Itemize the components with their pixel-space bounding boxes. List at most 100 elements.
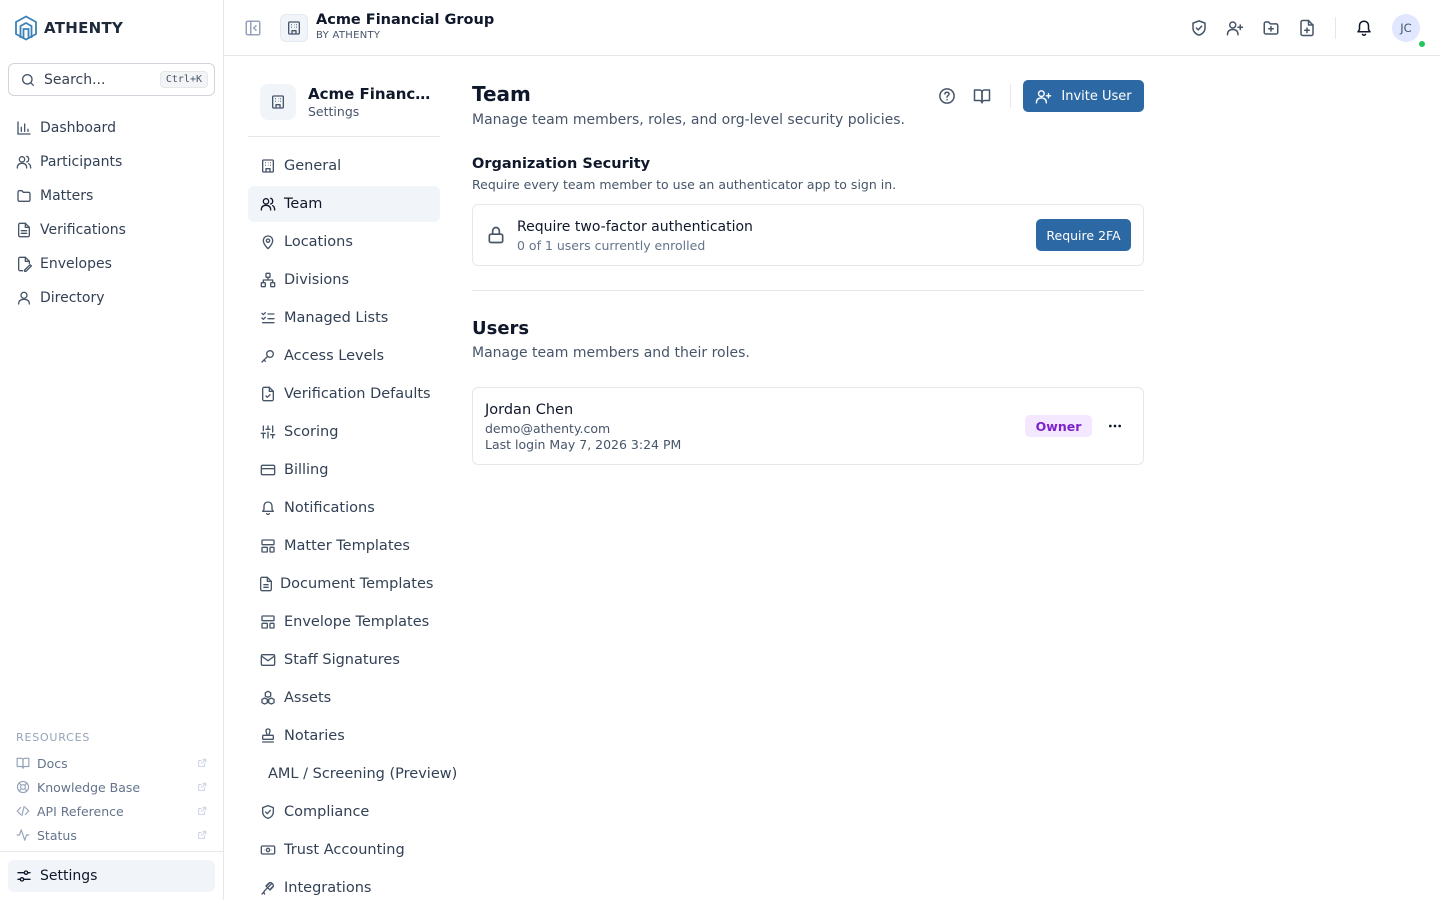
settings-org-name: Acme Financial Group bbox=[308, 85, 432, 103]
settings-item-aml-screening[interactable]: AML / Screening (Preview) bbox=[248, 756, 457, 792]
settings-item-notifications[interactable]: Notifications bbox=[248, 490, 440, 526]
boxes-icon bbox=[260, 690, 276, 706]
settings-item-divisions[interactable]: Divisions bbox=[248, 262, 440, 298]
resource-item-docs[interactable]: Docs bbox=[8, 751, 215, 775]
resource-item-knowledge-base[interactable]: Knowledge Base bbox=[8, 775, 215, 799]
header-org-name[interactable]: Acme Financial Group bbox=[316, 12, 494, 28]
brand-logo[interactable]: ATHENTY bbox=[14, 15, 123, 41]
online-status-dot bbox=[1418, 40, 1426, 48]
file-plus-icon[interactable] bbox=[1298, 19, 1316, 37]
security-section-description: Require every team member to use an auth… bbox=[472, 177, 897, 192]
users-section-description: Manage team members and their roles. bbox=[472, 345, 750, 361]
nav-label: Envelopes bbox=[40, 256, 112, 272]
header-org-by: BY ATHENTY bbox=[316, 30, 381, 41]
settings-item-locations[interactable]: Locations bbox=[248, 224, 440, 260]
layout-template-icon bbox=[260, 538, 276, 554]
file-signature-icon bbox=[16, 256, 32, 272]
settings-org-avatar bbox=[260, 84, 296, 120]
book-open-icon[interactable] bbox=[973, 87, 991, 105]
settings-item-integrations[interactable]: Integrations bbox=[248, 870, 440, 900]
require-2fa-button[interactable]: Require 2FA bbox=[1036, 219, 1131, 251]
page-description: Manage team members, roles, and org-leve… bbox=[472, 112, 905, 128]
nav-item-envelopes[interactable]: Envelopes bbox=[8, 247, 215, 281]
search-input[interactable]: Search... Ctrl+K bbox=[8, 63, 215, 96]
resource-label: API Reference bbox=[37, 803, 124, 819]
bell-icon[interactable] bbox=[1355, 19, 1373, 37]
settings-item-trust-accounting[interactable]: Trust Accounting bbox=[248, 832, 440, 868]
help-circle-icon[interactable] bbox=[938, 87, 956, 105]
settings-item-label: Notifications bbox=[284, 500, 375, 516]
building-icon bbox=[260, 158, 276, 174]
nav-item-dashboard[interactable]: Dashboard bbox=[8, 111, 215, 145]
activity-icon bbox=[16, 828, 30, 842]
folder-plus-icon[interactable] bbox=[1262, 19, 1280, 37]
settings-nav: General Team Locations Divisions Managed… bbox=[248, 148, 457, 900]
resources-heading: RESOURCES bbox=[16, 731, 91, 744]
settings-item-label: Matter Templates bbox=[284, 538, 410, 554]
sidebar-settings-button[interactable]: Settings bbox=[8, 860, 215, 892]
building-icon bbox=[270, 94, 286, 110]
nav-item-participants[interactable]: Participants bbox=[8, 145, 215, 179]
user-plus-icon[interactable] bbox=[1226, 19, 1244, 37]
search-icon bbox=[20, 72, 36, 88]
settings-item-scoring[interactable]: Scoring bbox=[248, 414, 440, 450]
settings-item-document-templates[interactable]: Document Templates bbox=[248, 566, 440, 602]
sidebar: ATHENTY Search... Ctrl+K Dashboard Parti… bbox=[0, 0, 224, 900]
settings-item-verification-defaults[interactable]: Verification Defaults bbox=[248, 376, 440, 412]
user-row[interactable]: Jordan Chen demo@athenty.com Last login … bbox=[472, 387, 1144, 465]
main-nav: Dashboard Participants Matters Verificat… bbox=[8, 111, 215, 315]
list-checks-icon bbox=[260, 310, 276, 326]
nav-item-directory[interactable]: Directory bbox=[8, 281, 215, 315]
settings-item-label: Divisions bbox=[284, 272, 350, 288]
settings-item-team[interactable]: Team bbox=[248, 186, 440, 222]
settings-item-label: Billing bbox=[284, 462, 329, 478]
settings-item-billing[interactable]: Billing bbox=[248, 452, 440, 488]
shield-check-icon[interactable] bbox=[1190, 19, 1208, 37]
nav-item-matters[interactable]: Matters bbox=[8, 179, 215, 213]
actions-divider bbox=[1010, 84, 1011, 108]
code-icon bbox=[16, 804, 30, 818]
section-divider bbox=[472, 290, 1144, 291]
users-icon bbox=[16, 154, 32, 170]
sliders-icon bbox=[16, 868, 32, 884]
settings-item-label: Access Levels bbox=[284, 348, 385, 364]
settings-subtitle: Settings bbox=[308, 104, 360, 119]
settings-item-envelope-templates[interactable]: Envelope Templates bbox=[248, 604, 440, 640]
external-link-icon bbox=[197, 830, 207, 840]
settings-item-label: Scoring bbox=[284, 424, 339, 440]
bell-icon bbox=[260, 500, 276, 516]
bar-chart-icon bbox=[16, 120, 32, 136]
settings-item-assets[interactable]: Assets bbox=[248, 680, 440, 716]
resource-item-status[interactable]: Status bbox=[8, 823, 215, 847]
book-icon bbox=[16, 756, 30, 770]
nav-label: Matters bbox=[40, 188, 94, 204]
settings-item-label: Assets bbox=[284, 690, 332, 706]
top-header: Acme Financial Group BY ATHENTY JC bbox=[224, 0, 1440, 56]
search-shortcut: Ctrl+K bbox=[159, 71, 208, 88]
network-icon bbox=[260, 272, 276, 288]
user-avatar[interactable]: JC bbox=[1392, 14, 1420, 42]
settings-item-label: AML / Screening (Preview) bbox=[268, 766, 458, 782]
settings-item-matter-templates[interactable]: Matter Templates bbox=[248, 528, 440, 564]
settings-item-compliance[interactable]: Compliance bbox=[248, 794, 440, 830]
settings-item-label: Verification Defaults bbox=[284, 386, 431, 402]
invite-user-button[interactable]: Invite User bbox=[1023, 80, 1144, 112]
role-badge: Owner bbox=[1025, 415, 1092, 437]
resource-label: Docs bbox=[37, 755, 68, 771]
resources-list: Docs Knowledge Base API Reference Status bbox=[8, 751, 215, 847]
org-switcher[interactable] bbox=[280, 14, 308, 42]
mail-icon bbox=[260, 652, 276, 668]
resource-item-api-reference[interactable]: API Reference bbox=[8, 799, 215, 823]
settings-item-notaries[interactable]: Notaries bbox=[248, 718, 440, 754]
user-actions-button[interactable] bbox=[1103, 415, 1127, 437]
file-check-icon bbox=[260, 386, 276, 402]
settings-item-staff-signatures[interactable]: Staff Signatures bbox=[248, 642, 440, 678]
resource-label: Status bbox=[37, 827, 77, 843]
sidebar-toggle-icon[interactable] bbox=[244, 19, 262, 37]
settings-item-general[interactable]: General bbox=[248, 148, 440, 184]
two-factor-card: Require two-factor authentication 0 of 1… bbox=[472, 204, 1144, 266]
settings-item-access-levels[interactable]: Access Levels bbox=[248, 338, 440, 374]
two-factor-title: Require two-factor authentication bbox=[517, 219, 753, 235]
settings-item-managed-lists[interactable]: Managed Lists bbox=[248, 300, 440, 336]
nav-item-verifications[interactable]: Verifications bbox=[8, 213, 215, 247]
